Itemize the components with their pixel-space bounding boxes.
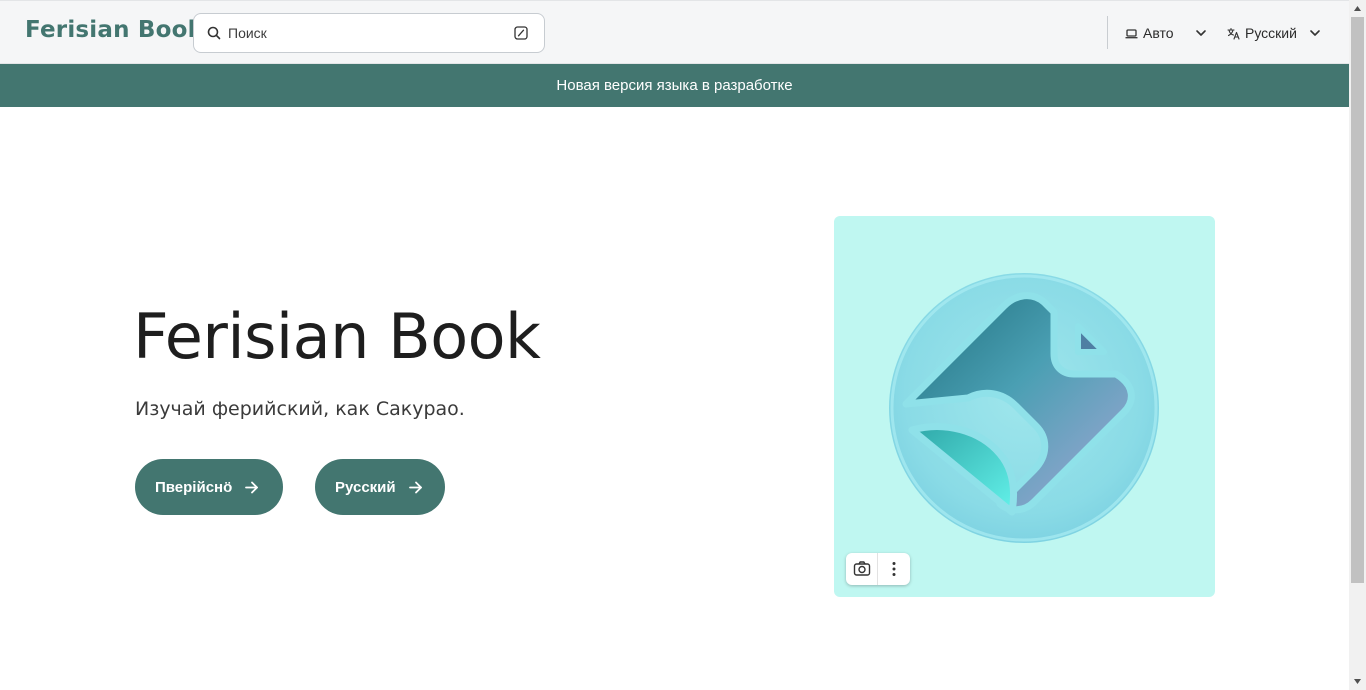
hero-subtitle: Изучай ферийский, как Сакурао. [135,398,465,420]
scroll-down-icon[interactable] [1353,677,1362,686]
image-toolbar [846,553,910,585]
announcement-banner: Новая версия языка в разработке [0,64,1349,107]
visual-search-button[interactable] [846,553,878,585]
page-scrollbar[interactable] [1349,0,1366,690]
image-more-button[interactable] [878,553,910,585]
translate-icon [1227,27,1240,40]
header-divider [1107,16,1108,49]
button-label: Русский [335,478,396,496]
chevron-down-icon [1310,30,1320,36]
button-label: Пверійснӧ [155,478,233,496]
scroll-up-icon[interactable] [1353,4,1362,13]
search-box[interactable] [193,13,545,53]
chevron-down-icon [1196,30,1206,36]
app-logo-icon [889,273,1159,543]
arrow-right-icon [245,481,259,493]
laptop-icon [1125,28,1138,38]
keyboard-shortcut-icon [514,26,528,40]
more-vertical-icon [892,562,896,576]
arrow-right-icon [408,481,422,493]
site-logo[interactable]: Ferisian Book [25,17,203,43]
hero-title: Ferisian Book [133,300,541,373]
search-icon [207,26,221,40]
top-header: Ferisian Book Авто Русский [0,0,1349,64]
hero-image [834,216,1215,597]
camera-search-icon [853,561,870,576]
announcement-text: Новая версия языка в разработке [556,77,793,94]
language-select-label: Русский [1245,25,1297,41]
language-button-russian[interactable]: Русский [315,459,445,515]
theme-select-label: Авто [1143,25,1174,41]
theme-select[interactable]: Авто [1125,21,1207,45]
search-input[interactable] [228,22,498,44]
scrollbar-thumb[interactable] [1351,17,1364,583]
language-button-ferisian[interactable]: Пверійснӧ [135,459,283,515]
language-select[interactable]: Русский [1227,21,1323,45]
